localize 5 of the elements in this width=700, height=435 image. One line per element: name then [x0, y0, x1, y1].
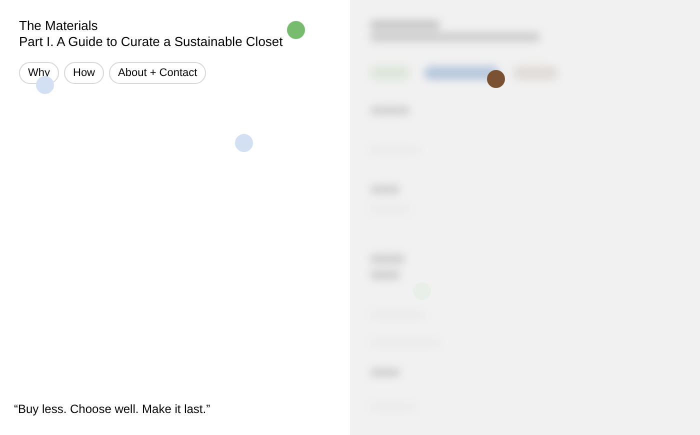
page-title: The Materials — [19, 18, 99, 34]
nav-link[interactable]: About + Contact — [109, 62, 206, 84]
page-subtitle: Part I. A Guide to Curate a Sustainable Closet — [19, 34, 284, 50]
quote: “Buy less. Choose well. Make it last.” — [14, 401, 212, 417]
nav-link[interactable]: How — [64, 62, 104, 84]
